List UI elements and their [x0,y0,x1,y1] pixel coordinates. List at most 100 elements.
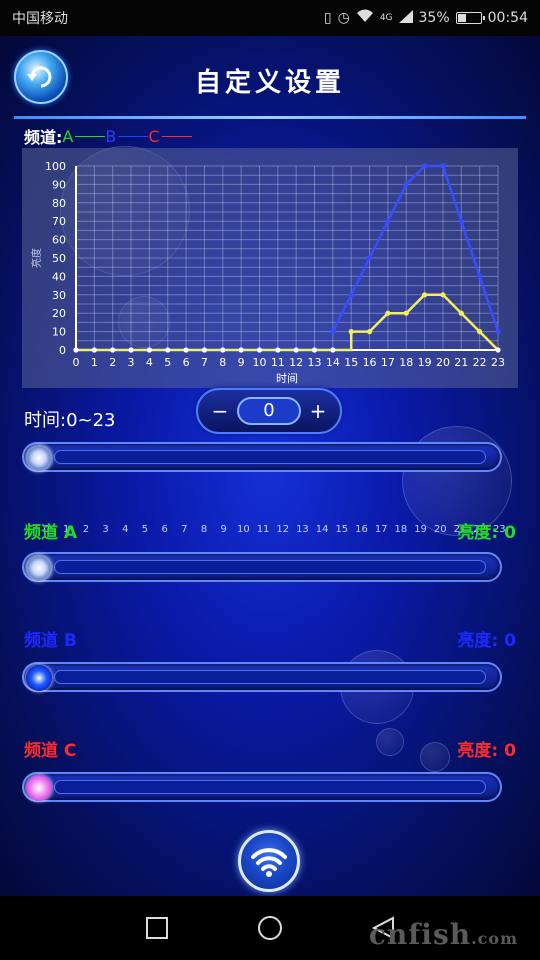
chart-svg: 01020304050607080901000 1 2 3 4 5 6 7 8 9 10 11 12 13… [30,160,505,385]
header: 自定义设置 [0,36,540,119]
legend-item-b: B [105,126,149,146]
slider-knob[interactable] [26,445,52,471]
x-tick-label: 4 [146,356,153,369]
slider-track [54,560,486,574]
x-tick-label: 10 [252,356,266,369]
series-1-point [91,347,97,353]
home-button[interactable] [250,908,290,948]
series-0-point [403,181,409,187]
slider-track [54,670,486,684]
x-tick-label: 0 [73,356,80,369]
x-tick-label: 2 [109,356,116,369]
channel-c-slider[interactable] [22,772,502,802]
x-tick-label: 1 [91,356,98,369]
x-tick-label: 17 [381,356,395,369]
x-tick-label: 9 [238,356,245,369]
x-tick-label: 16 [363,356,377,369]
series-1-point [495,347,501,353]
slider-track [54,450,486,464]
recent-apps-button[interactable] [137,908,177,948]
channel-a-label: 频道 A [24,522,78,543]
x-tick-label: 18 [399,356,413,369]
series-0-point [330,329,336,335]
legend-c-line [161,135,192,137]
legend-a-name: A [62,126,74,146]
status-bar: 中国移动 ▯ ◷ 4G 35% 00:54 [0,0,540,36]
time-slider[interactable] [22,442,502,472]
series-0-point [348,292,354,298]
status-icons: ▯ ◷ 4G 35% 00:54 [324,9,528,27]
wifi-connect-button[interactable] [238,830,300,892]
channel-a-brightness-label: 亮度: [457,522,499,543]
header-divider [14,116,526,119]
legend-c-name: C [148,126,160,146]
legend-label: 频道: [24,128,63,147]
x-tick-label: 8 [219,356,226,369]
chart-legend: 频道: A B C [24,126,192,147]
x-tick-label: 21 [454,356,468,369]
network-type: 4G [379,13,393,23]
recent-apps-icon [145,917,168,939]
series-1-point [110,347,116,353]
channel-a-slider[interactable] [22,552,502,582]
slider-knob[interactable] [26,665,52,691]
slider-knob[interactable] [26,555,52,581]
slider-knob[interactable] [26,775,52,801]
page-title: 自定义设置 [194,68,345,98]
battery-icon [455,12,485,24]
channel-a-brightness-value: 0 [504,522,516,543]
series-1-point [311,347,318,353]
y-tick-label: 40 [52,270,66,283]
signal-icon [398,9,413,27]
x-tick-label: 5 [164,356,171,369]
channel-a-row: 频道 A 亮度: 0 [24,518,516,543]
series-1-point [477,329,483,335]
channel-c-brightness: 亮度: 0 [457,736,516,761]
x-tick-label: 6 [183,356,190,369]
increment-button[interactable]: + [308,399,328,423]
series-1-point [403,310,409,316]
y-tick-label: 30 [52,289,66,302]
y-tick-label: 60 [52,234,66,247]
hour-stepper: − 0 + [196,388,342,434]
channel-c-brightness-label: 亮度: [457,740,499,761]
channel-b-label: 频道 B [24,630,77,651]
x-tick-label: 22 [473,356,487,369]
legend-b-name: B [105,126,117,146]
alarm-icon: ◷ [337,10,350,26]
channel-b-brightness-value: 0 [504,630,516,651]
y-tick-label: 80 [52,197,66,210]
y-tick-label: 10 [52,326,66,339]
clock: 00:54 [487,10,528,26]
vibrate-icon: ▯ [323,10,332,26]
series-0-point [366,255,373,261]
channel-b-brightness-label: 亮度: [457,630,499,651]
decrement-button[interactable]: − [210,399,230,423]
legend-item-c: C [148,126,192,146]
x-tick-label: 13 [308,356,322,369]
battery-level [457,14,467,22]
x-tick-label: 14 [326,356,340,369]
channel-b-brightness: 亮度: 0 [457,626,516,651]
watermark-main: cnfish [368,918,472,951]
series-0-point [477,273,483,279]
series-0-point [422,163,428,169]
series-1-point [440,292,446,298]
series-1-point [238,347,244,353]
series-1-point [330,347,336,353]
x-tick-label: 20 [436,356,450,369]
carrier-name: 中国移动 [12,11,68,27]
x-axis-label: 时间 [276,372,298,385]
series-1-point [385,310,391,316]
x-tick-label: 11 [271,356,285,369]
series-1-point [73,347,79,353]
x-tick-label: 3 [128,356,135,369]
series-1-point [422,292,428,298]
y-tick-label: 20 [52,307,66,320]
y-tick-label: 70 [52,215,66,228]
hour-value[interactable]: 0 [237,397,301,425]
series-0-point [495,329,501,335]
channel-b-slider[interactable] [22,662,502,692]
battery-percent: 35% [418,10,450,26]
channel-c-row: 频道 C 亮度: 0 [24,736,516,761]
